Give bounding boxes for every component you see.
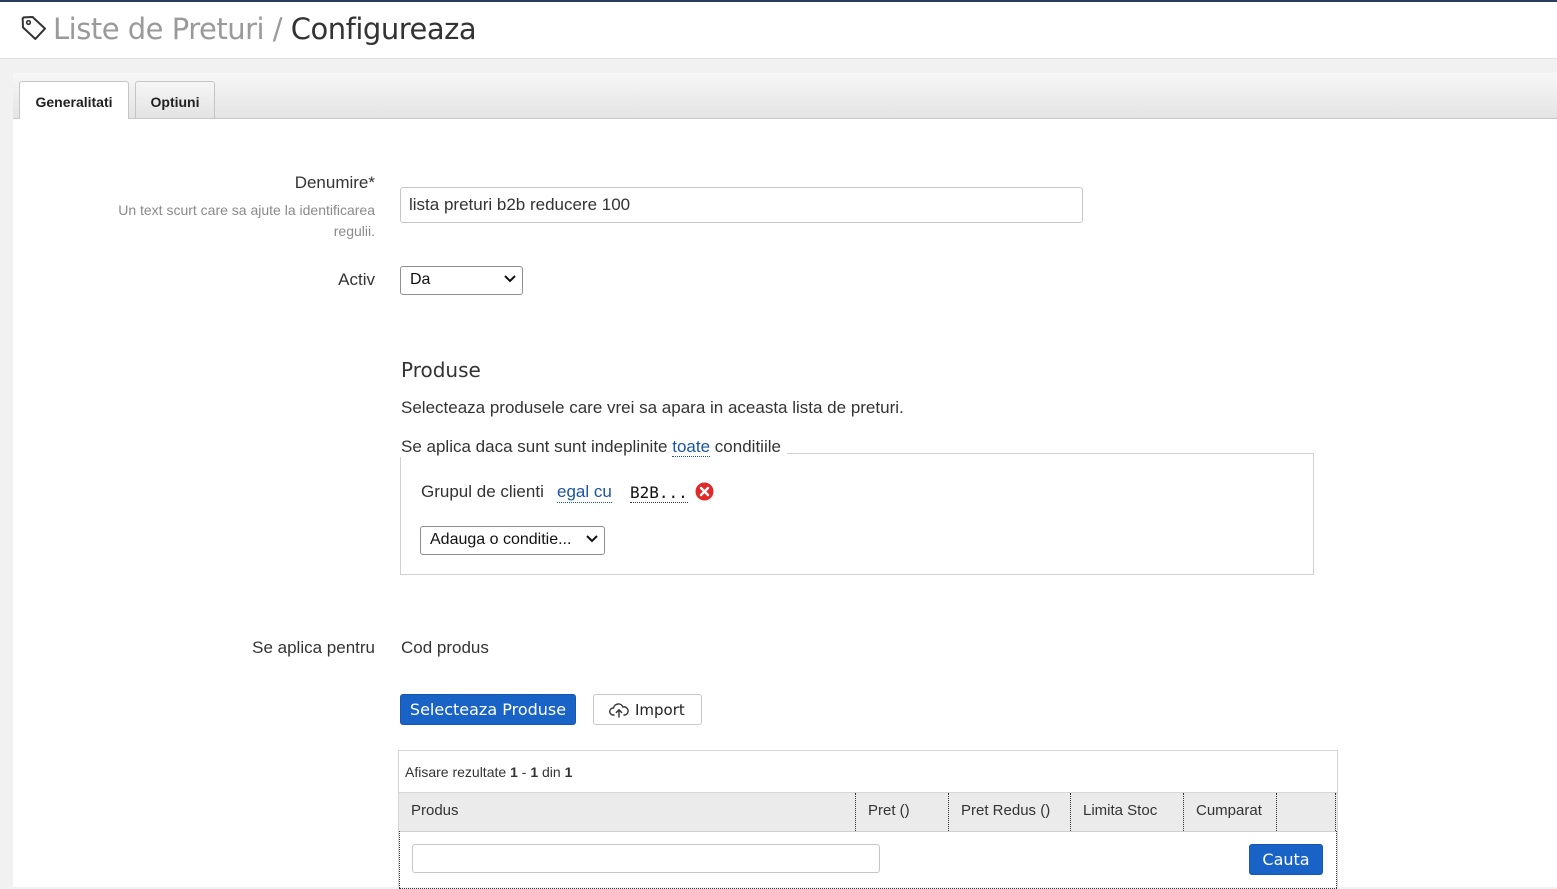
chevron-down-icon: [586, 535, 598, 543]
remove-condition-icon[interactable]: [695, 482, 714, 501]
active-select-value: Da: [410, 271, 431, 288]
products-description: Selecteaza produsele care vrei sa apara …: [401, 398, 904, 417]
tag-icon: [21, 16, 47, 40]
condition-prefix: Se aplica daca sunt sunt indeplinite: [401, 437, 668, 456]
condition-field: Grupul de clienti: [421, 482, 544, 501]
column-header-cumparat[interactable]: Cumparat: [1183, 793, 1276, 831]
condition-operator-link[interactable]: egal cu: [557, 482, 612, 503]
breadcrumb: Liste de Preturi / Configureaza: [53, 12, 477, 46]
column-header-limita-stoc[interactable]: Limita Stoc: [1070, 793, 1183, 831]
grid-filter-row: Cauta: [399, 831, 1337, 889]
column-header-pret[interactable]: Pret (): [855, 793, 948, 831]
apply-label: Se aplica pentru: [252, 638, 375, 657]
name-label: Denumire*: [294, 173, 375, 192]
grid-info-prefix: Afisare rezultate: [405, 764, 507, 780]
column-header-produs[interactable]: Produs: [399, 793, 855, 831]
content-panel: Generalitati Optiuni Denumire* Un text s…: [13, 73, 1557, 889]
tab-optiuni[interactable]: Optiuni: [135, 81, 215, 118]
active-label: Activ: [338, 270, 375, 289]
product-search-input[interactable]: [412, 844, 880, 873]
add-condition-select[interactable]: Adauga o conditie...: [420, 526, 605, 555]
chevron-down-icon: [504, 275, 516, 283]
apply-value: Cod produs: [401, 638, 489, 657]
breadcrumb-root[interactable]: Liste de Preturi: [53, 12, 265, 46]
search-button[interactable]: Cauta: [1249, 844, 1323, 875]
condition-suffix: conditiile: [714, 437, 781, 456]
conditions-legend: Se aplica daca sunt sunt indeplinite toa…: [396, 437, 787, 457]
condition-value-link[interactable]: B2B...: [630, 483, 688, 503]
grid-row-left-edge: [399, 831, 400, 888]
grid-info-of: din: [542, 764, 561, 780]
tab-bar: Generalitati Optiuni: [13, 73, 1557, 119]
products-grid: Afisare rezultate 1 - 1 din 1 Produs Pre…: [398, 750, 1338, 889]
cloud-upload-icon: [609, 703, 629, 718]
tab-generalitati[interactable]: Generalitati: [19, 81, 129, 119]
page-header: Liste de Preturi / Configureaza: [0, 2, 1557, 59]
active-select[interactable]: Da: [400, 266, 523, 295]
page-title: Configureaza: [290, 12, 477, 46]
import-button[interactable]: Import: [593, 694, 702, 725]
condition-match-link[interactable]: toate: [672, 437, 711, 457]
grid-header: Produs Pret () Pret Redus () Limita Stoc…: [399, 792, 1337, 832]
column-header-actions: [1276, 793, 1336, 831]
breadcrumb-separator: /: [272, 12, 283, 46]
grid-info-total: 1: [564, 764, 573, 780]
grid-info-to: 1: [530, 764, 539, 780]
name-help-text: Un text scurt care sa ajute la identific…: [118, 202, 375, 239]
products-section-title: Produse: [401, 358, 481, 382]
select-products-button[interactable]: Selecteaza Produse: [400, 694, 576, 725]
grid-info-dash: -: [521, 764, 527, 780]
grid-row-right-edge: [1336, 831, 1337, 888]
column-header-pret-redus[interactable]: Pret Redus (): [948, 793, 1070, 831]
name-input[interactable]: [400, 187, 1083, 223]
conditions-box: Grupul de clienti egal cu B2B... Adauga …: [400, 453, 1314, 575]
import-button-label: Import: [635, 701, 685, 719]
add-condition-select-value: Adauga o conditie...: [430, 531, 572, 548]
grid-info-from: 1: [510, 764, 518, 780]
grid-pagination-info: Afisare rezultate 1 - 1 din 1: [405, 764, 572, 780]
